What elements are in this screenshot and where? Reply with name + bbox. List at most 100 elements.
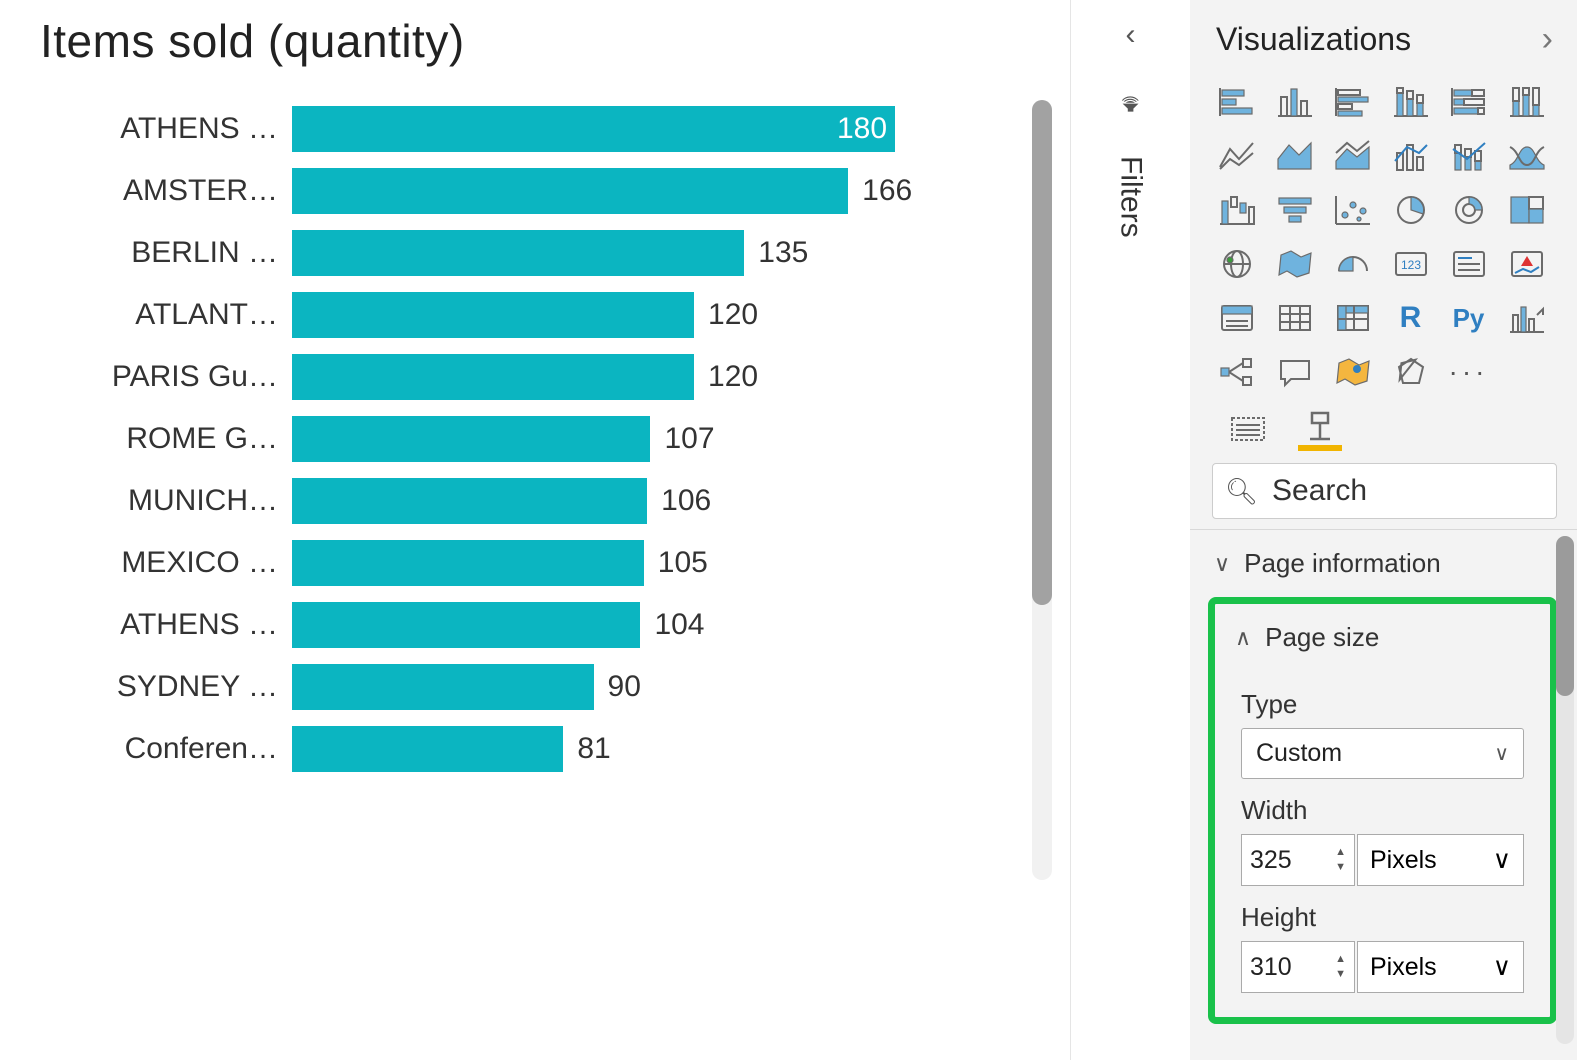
bar-row: ATLANT… 120 xyxy=(40,292,990,338)
format-pane-scrollbar[interactable] xyxy=(1556,536,1574,1044)
height-input[interactable]: 310 ▲▼ xyxy=(1241,941,1355,993)
page-size-header[interactable]: ∧ Page size xyxy=(1215,604,1550,671)
bar[interactable]: 180 xyxy=(292,106,895,152)
bar-value-label: 135 xyxy=(758,236,808,270)
chart-scrollbar[interactable] xyxy=(1032,100,1052,880)
gauge-icon[interactable] xyxy=(1328,243,1377,285)
qna-icon[interactable] xyxy=(1270,351,1319,393)
100-stacked-column-chart-icon[interactable] xyxy=(1502,81,1551,123)
bar-category-label: PARIS Gu… xyxy=(40,360,292,394)
bar[interactable] xyxy=(292,478,647,524)
chevron-up-icon: ∧ xyxy=(1235,625,1251,651)
bar-value-label: 120 xyxy=(708,360,758,394)
bar-value-label: 81 xyxy=(577,732,610,766)
filters-strip: ‹ 🔊︎ Filters xyxy=(1070,0,1190,1060)
clustered-bar-chart-icon[interactable] xyxy=(1328,81,1377,123)
bar-value-label: 180 xyxy=(837,112,887,146)
slicer-icon[interactable] xyxy=(1212,297,1261,339)
bar-value-label: 105 xyxy=(658,546,708,580)
filled-map-icon[interactable] xyxy=(1270,243,1319,285)
search-icon: 🔍︎ xyxy=(1225,476,1258,507)
bar[interactable] xyxy=(292,540,644,586)
collapse-chevron-left-icon[interactable]: ‹ xyxy=(1126,18,1136,52)
py-label: Py xyxy=(1453,303,1485,334)
stacked-bar-chart-icon[interactable] xyxy=(1212,81,1261,123)
width-unit-select[interactable]: Pixels ∨ xyxy=(1357,834,1524,886)
bar-chart: ATHENS …180AMSTER…166BERLIN …135ATLANT…1… xyxy=(40,106,1050,772)
bar-value-label: 107 xyxy=(664,422,714,456)
height-spinner[interactable]: ▲▼ xyxy=(1335,954,1346,980)
type-select[interactable]: Custom ∨ xyxy=(1241,728,1524,779)
bar[interactable] xyxy=(292,726,563,772)
width-input[interactable]: 325 ▲▼ xyxy=(1241,834,1355,886)
bar-category-label: BERLIN … xyxy=(40,236,292,270)
height-value: 310 xyxy=(1250,953,1292,982)
bar-row: MEXICO … 105 xyxy=(40,540,990,586)
100-stacked-bar-chart-icon[interactable] xyxy=(1444,81,1493,123)
waterfall-chart-icon[interactable] xyxy=(1212,189,1261,231)
matrix-icon[interactable] xyxy=(1328,297,1377,339)
height-unit-value: Pixels xyxy=(1370,953,1437,982)
format-tab[interactable] xyxy=(1298,407,1342,451)
area-chart-icon[interactable] xyxy=(1270,135,1319,177)
bar[interactable] xyxy=(292,664,594,710)
bar[interactable] xyxy=(292,168,848,214)
key-influencers-icon[interactable] xyxy=(1502,297,1551,339)
bar-row: MUNICH…106 xyxy=(40,478,990,524)
bar-row: Conferen… 81 xyxy=(40,726,990,772)
visualizations-header: Visualizations › xyxy=(1190,0,1577,79)
ribbon-chart-icon[interactable] xyxy=(1502,135,1551,177)
donut-chart-icon[interactable] xyxy=(1444,189,1493,231)
svg-text:123: 123 xyxy=(1400,258,1420,272)
bar-category-label: ATLANT… xyxy=(40,298,292,332)
stacked-column-chart-icon[interactable] xyxy=(1386,81,1435,123)
bar[interactable] xyxy=(292,354,694,400)
clustered-column-chart-icon[interactable] xyxy=(1270,81,1319,123)
format-tabs xyxy=(1190,393,1577,461)
line-chart-icon[interactable] xyxy=(1212,135,1261,177)
card-icon[interactable]: 123 xyxy=(1386,243,1435,285)
bar[interactable] xyxy=(292,230,744,276)
map-icon[interactable] xyxy=(1212,243,1261,285)
bar-value-label: 120 xyxy=(708,298,758,332)
page-information-label: Page information xyxy=(1244,548,1441,579)
bar-row: ATHENS …180 xyxy=(40,106,990,152)
bar[interactable] xyxy=(292,602,640,648)
height-unit-select[interactable]: Pixels ∨ xyxy=(1357,941,1524,993)
expand-chevron-right-icon[interactable]: › xyxy=(1542,20,1553,59)
filters-label[interactable]: Filters xyxy=(1114,156,1148,238)
bar[interactable] xyxy=(292,416,650,462)
speaker-icon[interactable]: 🔊︎ xyxy=(1114,96,1146,112)
fields-tab[interactable] xyxy=(1226,407,1270,451)
arcgis-map-icon[interactable] xyxy=(1328,351,1377,393)
scatter-chart-icon[interactable] xyxy=(1328,189,1377,231)
page-size-label: Page size xyxy=(1265,622,1379,653)
bar-category-label: MEXICO … xyxy=(40,546,292,580)
bar-category-label: SYDNEY … xyxy=(40,670,292,704)
funnel-chart-icon[interactable] xyxy=(1270,189,1319,231)
line-clustered-column-chart-icon[interactable] xyxy=(1386,135,1435,177)
r-visual-icon[interactable]: R xyxy=(1386,297,1435,339)
chevron-down-icon: ∨ xyxy=(1214,551,1230,577)
line-stacked-column-chart-icon[interactable] xyxy=(1444,135,1493,177)
width-spinner[interactable]: ▲▼ xyxy=(1335,847,1346,873)
python-visual-icon[interactable]: Py xyxy=(1444,297,1493,339)
chart-scrollbar-thumb[interactable] xyxy=(1032,100,1052,605)
format-search-box[interactable]: 🔍︎ Search xyxy=(1212,463,1557,519)
more-visuals-icon[interactable]: ··· xyxy=(1444,351,1493,393)
multi-row-card-icon[interactable] xyxy=(1444,243,1493,285)
treemap-chart-icon[interactable] xyxy=(1502,189,1551,231)
bar-category-label: Conferen… xyxy=(40,732,292,766)
visualizations-pane: Visualizations › 123 R xyxy=(1190,0,1577,1060)
bar[interactable] xyxy=(292,292,694,338)
kpi-icon[interactable] xyxy=(1502,243,1551,285)
format-pane-scrollbar-thumb[interactable] xyxy=(1556,536,1574,696)
pie-chart-icon[interactable] xyxy=(1386,189,1435,231)
shape-map-icon[interactable] xyxy=(1386,351,1435,393)
page-information-header[interactable]: ∨ Page information xyxy=(1190,530,1577,597)
bar-row: ROME G…107 xyxy=(40,416,990,462)
bar-value-label: 106 xyxy=(661,484,711,518)
stacked-area-chart-icon[interactable] xyxy=(1328,135,1377,177)
decomposition-tree-icon[interactable] xyxy=(1212,351,1261,393)
table-icon[interactable] xyxy=(1270,297,1319,339)
